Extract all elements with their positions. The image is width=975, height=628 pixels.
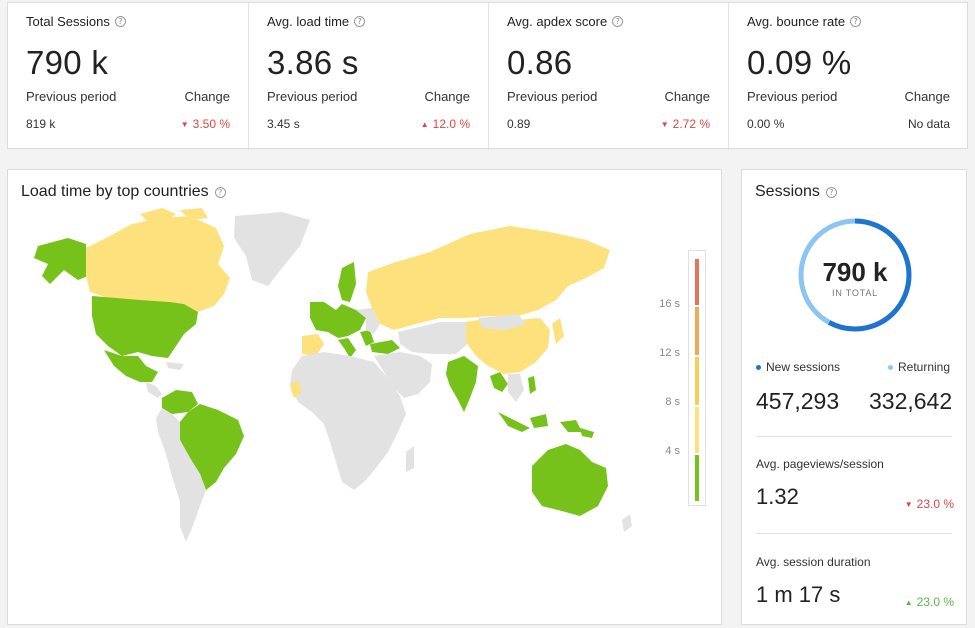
indonesia-region[interactable]	[498, 412, 582, 432]
previous-value: 0.89	[507, 117, 531, 131]
duration-value: 1 m 17 s	[756, 582, 841, 607]
australia-region[interactable]	[532, 444, 608, 516]
arrow-down-icon: ▼	[904, 500, 913, 509]
central-asia-region[interactable]	[398, 322, 472, 354]
help-icon[interactable]: ?	[114, 15, 126, 27]
new-sessions-dot-icon	[756, 364, 761, 370]
kpi-total-sessions: Total Sessions? 790 k Previous period Cha…	[8, 3, 248, 150]
divider	[756, 533, 952, 534]
change-label: Change	[184, 89, 230, 104]
map-legend	[688, 250, 706, 506]
kpi-title: Total Sessions	[26, 13, 110, 29]
pageviews-change-value: 23.0 %	[916, 497, 954, 511]
new-sessions-value: 457,293	[756, 388, 840, 414]
kpi-title: Avg. bounce rate	[747, 13, 846, 29]
western-europe-region[interactable]	[310, 302, 366, 338]
arrow-up-icon: ▲	[420, 120, 429, 129]
legend-label-4s: 4 s	[665, 445, 680, 457]
legend-label-16s: 16 s	[659, 298, 680, 310]
previous-period-label: Previous period	[747, 89, 838, 104]
change-value: 12.0 %	[432, 117, 470, 131]
duration-change: ▲ 23.0 %	[905, 595, 954, 609]
change-label: Change	[664, 89, 710, 104]
previous-period-label: Previous period	[507, 89, 598, 104]
duration-title: Avg. session duration	[756, 555, 871, 569]
legend-segment-yellow	[695, 407, 699, 453]
russia-region[interactable]	[366, 226, 610, 330]
change-value: 2.72 %	[672, 117, 710, 131]
duration-change-value: 23.0 %	[916, 595, 954, 609]
previous-value: 819 k	[26, 117, 56, 131]
change-value: 3.50 %	[192, 117, 230, 131]
legend-segment-amber	[695, 357, 699, 405]
new-sessions-label: New sessions	[766, 360, 841, 374]
legend-new-sessions[interactable]: New sessions	[756, 360, 840, 374]
previous-period-label: Previous period	[26, 89, 117, 104]
sessions-total-label: IN TOTAL	[832, 288, 878, 298]
new-zealand-region[interactable]	[622, 514, 632, 532]
kpi-value: 0.09 %	[747, 44, 852, 81]
help-icon[interactable]: ?	[825, 186, 837, 198]
previous-value: 3.45 s	[267, 117, 300, 131]
kpi-row: Total Sessions? 790 k Previous period Cha…	[7, 2, 968, 150]
india-region[interactable]	[446, 356, 478, 412]
help-icon[interactable]: ?	[354, 15, 366, 27]
arrow-down-icon: ▼	[180, 120, 189, 129]
world-map[interactable]	[20, 206, 660, 556]
returning-value: 332,642	[869, 388, 953, 414]
pageviews-change: ▼ 23.0 %	[905, 497, 954, 511]
pageviews-title: Avg. pageviews/session	[756, 457, 884, 471]
legend-segment-red	[695, 259, 699, 305]
usa-region[interactable]	[92, 296, 198, 358]
kpi-value: 790 k	[26, 44, 109, 81]
southeast-asia-region[interactable]	[490, 372, 508, 392]
change-value: No data	[907, 117, 950, 131]
greenland-region[interactable]	[234, 212, 310, 286]
returning-label: Returning	[898, 360, 951, 374]
help-icon[interactable]: ?	[214, 186, 226, 198]
papua-region[interactable]	[580, 428, 594, 438]
kpi-avg-bounce-rate: Avg. bounce rate? 0.09 % Previous period…	[728, 3, 968, 150]
legend-label-12s: 12 s	[659, 347, 680, 359]
turkey-region[interactable]	[370, 340, 400, 354]
change-label: Change	[424, 89, 470, 104]
alaska-region[interactable]	[34, 238, 88, 284]
japan-region[interactable]	[552, 318, 564, 344]
madagascar-region[interactable]	[406, 446, 414, 472]
sessions-card: Sessions? 790 k IN TOTAL New sessions Re…	[741, 169, 967, 625]
legend-returning[interactable]: Returning	[888, 360, 950, 374]
divider	[756, 436, 952, 437]
legend-segment-orange	[695, 307, 699, 355]
arrow-up-icon: ▲	[904, 598, 913, 607]
legend-segment-green	[695, 455, 699, 501]
help-icon[interactable]: ?	[850, 15, 862, 27]
kpi-value: 0.86	[507, 44, 573, 81]
arrow-down-icon: ▼	[660, 120, 669, 129]
kpi-value: 3.86 s	[267, 44, 359, 81]
legend-label-8s: 8 s	[665, 396, 680, 408]
kpi-title: Avg. apdex score	[507, 13, 608, 29]
change-label: Change	[904, 89, 950, 104]
pageviews-value: 1.32	[756, 484, 799, 509]
previous-value: 0.00 %	[747, 117, 785, 131]
kpi-avg-load-time: Avg. load time? 3.86 s Previous period Ch…	[248, 3, 488, 150]
indochina-region[interactable]	[508, 374, 524, 402]
returning-dot-icon	[888, 364, 893, 370]
scandinavia-region[interactable]	[338, 262, 356, 302]
help-icon[interactable]: ?	[612, 15, 624, 27]
load-time-map-card: Load time by top countries? 16 s 12 s 8 …	[7, 169, 722, 625]
kpi-title: Avg. load time	[267, 13, 350, 29]
map-card-title: Load time by top countries	[21, 183, 209, 200]
sessions-total-value: 790 k	[822, 257, 888, 287]
kpi-avg-apdex-score: Avg. apdex score? 0.86 Previous period Ch…	[488, 3, 728, 150]
previous-period-label: Previous period	[267, 89, 358, 104]
philippines-region[interactable]	[528, 376, 536, 394]
sessions-card-title: Sessions	[755, 183, 820, 200]
